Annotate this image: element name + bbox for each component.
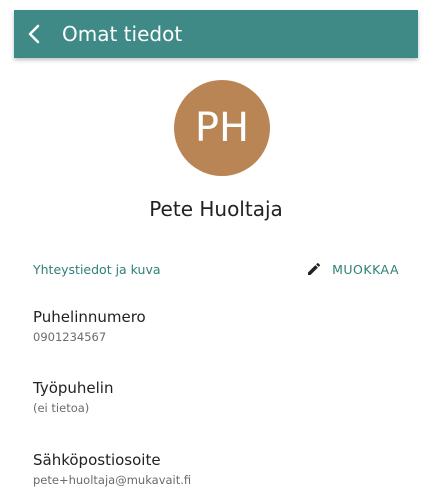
app-bar: Omat tiedot: [14, 10, 418, 58]
section-title: Yhteystiedot ja kuva: [33, 261, 161, 277]
email-field: Sähköpostiosoite pete+huoltaja@mukavait.…: [33, 450, 399, 488]
phone-field: Puhelinnumero 0901234567: [33, 307, 399, 345]
profile-page: Omat tiedot PH Pete Huoltaja Yhteystiedo…: [0, 0, 432, 492]
pencil-icon: [306, 261, 332, 277]
edit-button[interactable]: MUOKKAA: [306, 261, 399, 277]
work-phone-field: Työpuhelin (ei tietoa): [33, 378, 399, 416]
back-button[interactable]: [14, 10, 54, 58]
user-full-name: Pete Huoltaja: [149, 197, 283, 221]
avatar: PH: [174, 80, 270, 176]
contact-section-header: Yhteystiedot ja kuva MUOKKAA: [33, 259, 399, 279]
work-phone-label: Työpuhelin: [33, 379, 114, 397]
phone-value: 0901234567: [33, 330, 107, 344]
avatar-initials: PH: [194, 105, 250, 151]
work-phone-value: (ei tietoa): [33, 401, 90, 415]
page-title: Omat tiedot: [62, 22, 183, 46]
email-label: Sähköpostiosoite: [33, 451, 161, 469]
chevron-left-icon: [27, 23, 41, 45]
phone-label: Puhelinnumero: [33, 308, 146, 326]
email-value: pete+huoltaja@mukavait.fi: [33, 473, 192, 487]
edit-button-label: MUOKKAA: [332, 261, 399, 277]
